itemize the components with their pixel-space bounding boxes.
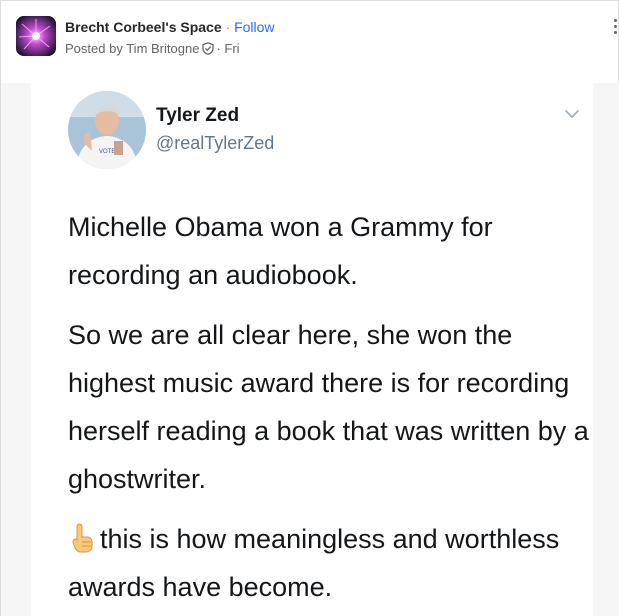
time-separator: · bbox=[216, 41, 221, 56]
tweet-avatar: VOTE bbox=[68, 91, 146, 169]
post-card: Brecht Corbeel's Space · Follow Posted b… bbox=[0, 0, 619, 616]
shield-badge-icon bbox=[202, 42, 215, 60]
plasma-ball-icon bbox=[16, 16, 56, 56]
tweet-display-name: Tyler Zed bbox=[156, 105, 240, 126]
author-name-link[interactable]: Tim Britogne bbox=[126, 41, 199, 56]
follow-button[interactable]: Follow bbox=[234, 19, 274, 35]
tweet-screenshot[interactable]: VOTE Tyler Zed @realTylerZed Michelle Ob… bbox=[31, 83, 593, 616]
pointing-down-hand-icon bbox=[68, 520, 98, 553]
header-title-line: Brecht Corbeel's Space · Follow bbox=[65, 18, 275, 36]
posted-by-line: Posted by Tim Britogne · Fri bbox=[65, 40, 240, 60]
space-name-link[interactable]: Brecht Corbeel's Space bbox=[65, 19, 222, 35]
post-header: Brecht Corbeel's Space · Follow Posted b… bbox=[1, 1, 619, 83]
tweet-handle: @realTylerZed bbox=[156, 133, 275, 153]
profile-photo-icon: VOTE bbox=[68, 91, 146, 169]
chevron-down-icon bbox=[564, 107, 580, 119]
posted-by-prefix: Posted by bbox=[65, 41, 123, 56]
tweet-paragraph-3: this is how meaningless and worthless aw… bbox=[68, 515, 598, 611]
tweet-paragraph-1: Michelle Obama won a Grammy for recordin… bbox=[68, 212, 493, 290]
svg-text:VOTE: VOTE bbox=[99, 149, 115, 155]
tweet-paragraph-3-text: this is how meaningless and worthless aw… bbox=[68, 524, 560, 602]
vertical-ellipsis-icon[interactable] bbox=[614, 19, 618, 35]
tweet-paragraph-2: So we are all clear here, she won the hi… bbox=[68, 320, 589, 494]
separator-dot: · bbox=[225, 19, 231, 35]
posted-time[interactable]: Fri bbox=[224, 41, 239, 56]
space-avatar[interactable] bbox=[16, 16, 56, 56]
